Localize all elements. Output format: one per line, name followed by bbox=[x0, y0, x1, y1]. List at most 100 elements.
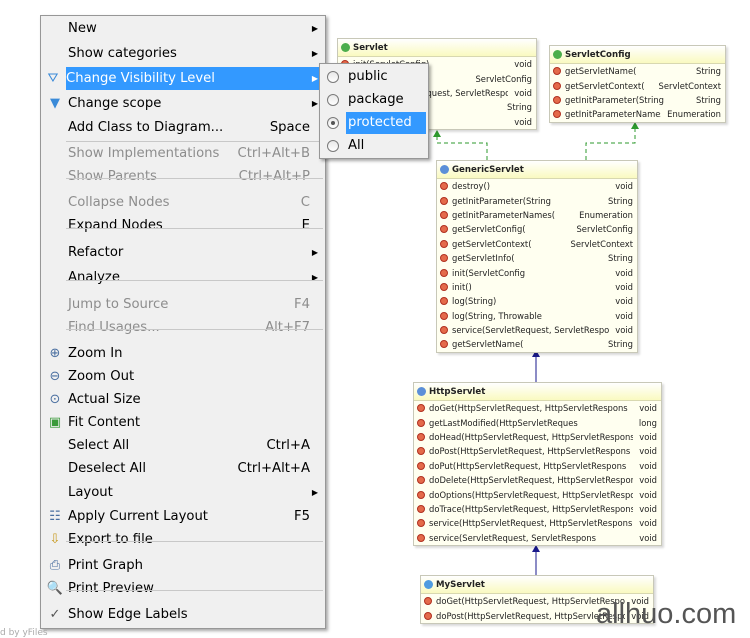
class-header: ServletConfig bbox=[550, 46, 725, 64]
class-name: ServletConfig bbox=[565, 49, 631, 60]
method-row[interactable]: doGet(HttpServletRequest, HttpServletRes… bbox=[414, 401, 661, 415]
method-row[interactable]: getServletContext(ServletContext bbox=[437, 237, 637, 251]
method-return-type: void bbox=[514, 59, 532, 70]
menu-item-jump-to-source[interactable]: Jump to Source F4 bbox=[43, 293, 323, 316]
menu-item-fit-content[interactable]: ▣ Fit Content bbox=[43, 411, 323, 434]
menu-separator bbox=[66, 329, 323, 330]
menu-item-layout[interactable]: Layout ▶ bbox=[43, 481, 323, 504]
menu-item-label: Show Implementations bbox=[68, 146, 220, 161]
visibility-option-package[interactable]: package bbox=[322, 89, 426, 111]
menu-item-find-usages[interactable]: Find Usages... Alt+F7 bbox=[43, 316, 323, 339]
visibility-option-public[interactable]: public bbox=[322, 66, 426, 88]
menu-item-show-categories[interactable]: Show categories ▶ bbox=[43, 42, 323, 65]
method-row[interactable]: getServletConfig(ServletConfig bbox=[437, 222, 637, 236]
method-name: service(HttpServletRequest, HttpServletR… bbox=[429, 518, 633, 529]
menu-item-add-class-to-diagram[interactable]: Add Class to Diagram... Space bbox=[43, 116, 323, 139]
method-row[interactable]: destroy() void bbox=[437, 179, 637, 193]
menu-item-label: Refactor bbox=[68, 245, 124, 260]
abstract-icon bbox=[417, 387, 426, 396]
menu-item-show-implementations[interactable]: Show Implementations Ctrl+Alt+B bbox=[43, 142, 323, 165]
method-row[interactable]: getServletInfo(String bbox=[437, 251, 637, 265]
submenu-arrow-icon: ▶ bbox=[311, 24, 318, 33]
method-row[interactable]: doOptions(HttpServletRequest, HttpServle… bbox=[414, 487, 661, 501]
menu-item-show-edge-labels[interactable]: ✓ Show Edge Labels bbox=[43, 603, 323, 626]
menu-item-zoom-out[interactable]: ⊖ Zoom Out bbox=[43, 365, 323, 388]
class-name: GenericServlet bbox=[452, 164, 524, 175]
method-row[interactable]: getLastModified(HttpServletReques long bbox=[414, 415, 661, 429]
menu-item-shortcut: C bbox=[300, 195, 310, 210]
method-name: log(String) bbox=[452, 296, 497, 307]
method-icon bbox=[440, 196, 448, 205]
visibility-option-all[interactable]: All bbox=[322, 135, 426, 157]
method-row[interactable]: log(String, Throwable void bbox=[437, 309, 637, 323]
method-icon bbox=[417, 519, 425, 528]
menu-item-show-parents[interactable]: Show Parents Ctrl+Alt+P bbox=[43, 165, 323, 188]
menu-item-zoom-in[interactable]: ⊕ Zoom In bbox=[43, 342, 323, 365]
menu-item-shortcut: Ctrl+Alt+B bbox=[237, 146, 310, 161]
menu-item-label: Change Visibility Level bbox=[66, 71, 215, 86]
menu-item-expand-nodes[interactable]: Expand Nodes E bbox=[43, 214, 323, 237]
method-row[interactable]: init() void bbox=[437, 280, 637, 294]
radio-button[interactable] bbox=[327, 94, 339, 106]
method-row[interactable]: doHead(HttpServletRequest, HttpServletRe… bbox=[414, 430, 661, 444]
method-name: doTrace(HttpServletRequest, HttpServletR… bbox=[429, 503, 634, 514]
menu-item-refactor[interactable]: Refactor ▶ bbox=[43, 241, 323, 264]
menu-item-select-all[interactable]: Select All Ctrl+A bbox=[43, 434, 323, 457]
funnel-icon: ▼ bbox=[50, 96, 60, 111]
menu-item-export-to-file[interactable]: ⇩ Export to file bbox=[43, 528, 323, 551]
class-name: Servlet bbox=[353, 42, 388, 53]
menu-item-actual-size[interactable]: ⊙ Actual Size bbox=[43, 388, 323, 411]
radio-button[interactable] bbox=[327, 140, 339, 152]
menu-item-change-visibility-level[interactable]: ⛛ Change Visibility Level ▶ bbox=[48, 67, 323, 90]
class-node-genericservlet[interactable]: GenericServlet destroy() void getInitParame… bbox=[436, 160, 638, 353]
method-row[interactable]: getInitParameter(String String bbox=[437, 193, 637, 207]
realization-edge-servletconfig bbox=[585, 128, 636, 160]
method-icon bbox=[440, 254, 448, 263]
method-row[interactable]: getServletContext(ServletContext bbox=[550, 78, 725, 92]
menu-item-print-graph[interactable]: ⎙ Print Graph bbox=[43, 554, 323, 577]
method-row[interactable]: doPost(HttpServletRequest, HttpServletRe… bbox=[414, 444, 661, 458]
method-row[interactable]: getInitParameter(String String bbox=[550, 93, 725, 107]
menu-item-shortcut: Ctrl+Alt+P bbox=[238, 169, 310, 184]
visibility-option-protected[interactable]: protected bbox=[322, 112, 426, 134]
method-name: destroy() bbox=[452, 181, 490, 192]
method-name: init() bbox=[452, 281, 472, 292]
class-node-servletconfig[interactable]: ServletConfig getServletName(String getSer… bbox=[549, 45, 726, 123]
method-return-type: void bbox=[639, 489, 657, 500]
menu-item-collapse-nodes[interactable]: Collapse Nodes C bbox=[43, 191, 323, 214]
method-icon bbox=[417, 490, 425, 499]
method-row[interactable]: getServletName(String bbox=[437, 337, 637, 351]
method-row[interactable]: doPut(HttpServletRequest, HttpServletRes… bbox=[414, 459, 661, 473]
method-row[interactable]: doTrace(HttpServletRequest, HttpServletR… bbox=[414, 502, 661, 516]
menu-item-label: Print Graph bbox=[68, 558, 143, 573]
method-name: getServletName( bbox=[452, 339, 524, 350]
menu-item-apply-current-layout[interactable]: ☷ Apply Current Layout F5 bbox=[43, 505, 323, 528]
method-row[interactable]: service(ServletRequest, ServletRespons vo… bbox=[414, 531, 661, 545]
method-row[interactable]: log(String) void bbox=[437, 294, 637, 308]
method-row[interactable]: doDelete(HttpServletRequest, HttpServlet… bbox=[414, 473, 661, 487]
menu-item-change-scope[interactable]: ▼ Change scope ▶ bbox=[43, 92, 323, 115]
class-node-httpservlet[interactable]: HttpServlet doGet(HttpServletRequest, Htt… bbox=[413, 382, 662, 546]
menu-item-new[interactable]: New ▶ bbox=[43, 17, 323, 40]
radio-button[interactable] bbox=[327, 117, 339, 129]
menu-item-deselect-all[interactable]: Deselect All Ctrl+Alt+A bbox=[43, 457, 323, 480]
method-row[interactable]: service(ServletRequest, ServletRespons vo… bbox=[437, 323, 637, 337]
radio-button[interactable] bbox=[327, 71, 339, 83]
method-row[interactable]: getInitParameterNames(Enumeration bbox=[550, 107, 725, 121]
menu-item-label: Select All bbox=[68, 438, 130, 453]
method-row[interactable]: init(ServletConfig void bbox=[437, 265, 637, 279]
method-return-type: void bbox=[639, 503, 657, 514]
method-icon bbox=[417, 418, 425, 427]
method-return-type: ServletContext bbox=[570, 238, 633, 249]
class-header: Servlet bbox=[338, 39, 536, 57]
submenu-arrow-icon: ▶ bbox=[311, 99, 318, 108]
method-row[interactable]: getServletName(String bbox=[550, 64, 725, 78]
class-name: HttpServlet bbox=[429, 386, 486, 397]
menu-item-print-preview[interactable]: 🔍 Print Preview bbox=[43, 577, 323, 600]
method-return-type: Enumeration bbox=[667, 109, 721, 120]
method-row[interactable]: service(HttpServletRequest, HttpServletR… bbox=[414, 516, 661, 530]
method-row[interactable]: getInitParameterNames(Enumeration bbox=[437, 208, 637, 222]
method-return-type: void bbox=[615, 325, 633, 336]
print-preview-icon: 🔍 bbox=[46, 581, 64, 596]
menu-item-analyze[interactable]: Analyze ▶ bbox=[43, 266, 323, 289]
